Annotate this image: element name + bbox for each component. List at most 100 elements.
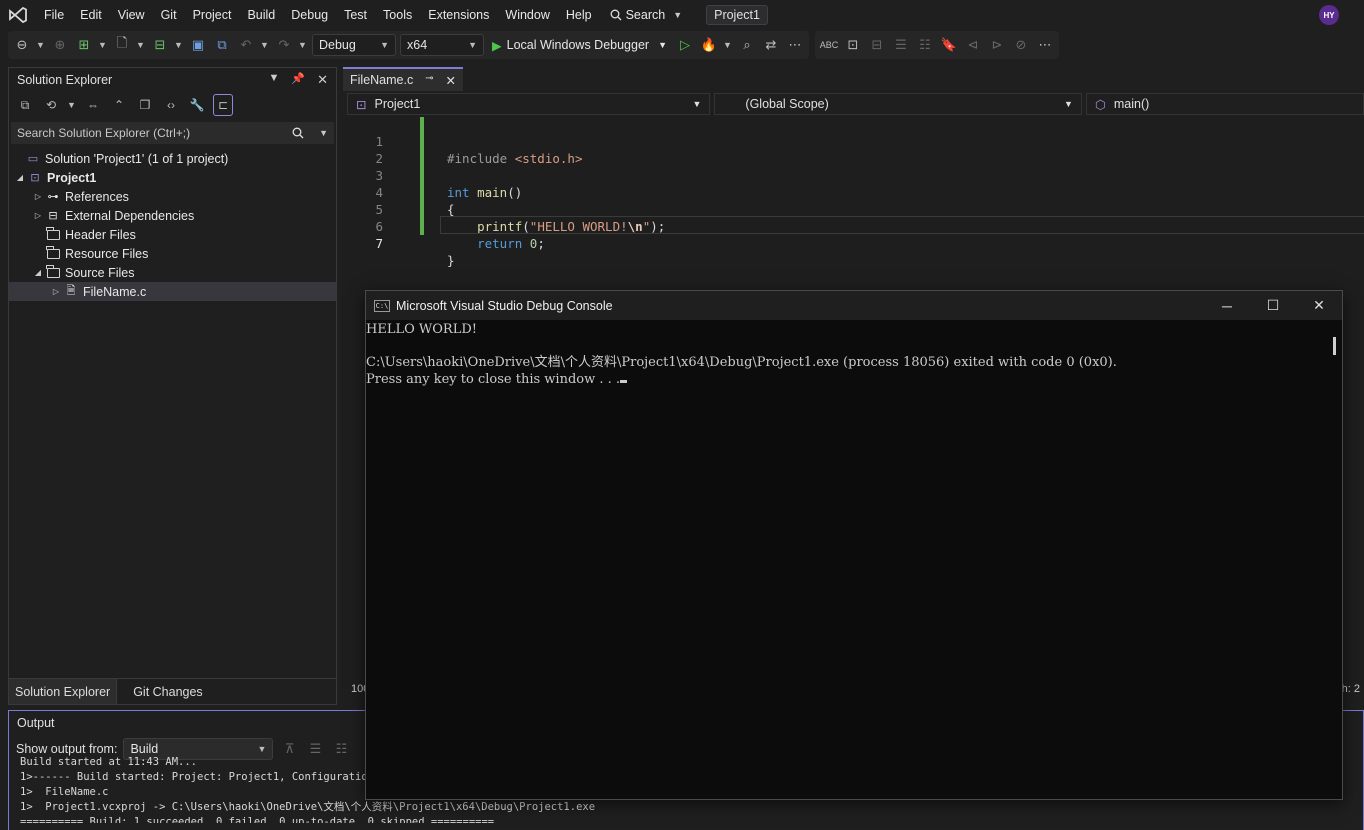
menu-project[interactable]: Project [185, 0, 240, 30]
chevron-down-icon[interactable]: ▼ [136, 40, 146, 50]
chevron-down-icon[interactable]: ▼ [269, 72, 280, 88]
show-all-files-icon[interactable]: ❐ [135, 94, 155, 116]
chevron-down-icon[interactable]: ▼ [298, 40, 308, 50]
console-output[interactable]: HELLO WORLD! C:\Users\haoki\OneDrive\文档\个… [366, 320, 1342, 388]
collapsed-arrow-icon[interactable]: ▷ [31, 192, 45, 201]
tab-filename-c[interactable]: FileName.c ⊸ ✕ [343, 67, 463, 91]
new-project-icon[interactable]: ⊞ [74, 34, 94, 56]
browse-icon[interactable]: ⌕ [737, 34, 757, 56]
menu-view[interactable]: View [110, 0, 153, 30]
collapse-all-icon[interactable]: ⌃ [109, 94, 129, 116]
properties-icon[interactable]: 🔧 [187, 94, 207, 116]
maximize-icon[interactable]: ☐ [1250, 291, 1296, 320]
attach-icon[interactable]: ⇄ [761, 34, 781, 56]
compare-icon[interactable]: ⊟ [867, 34, 887, 56]
tree-item-filename-c[interactable]: ▷ 🗎 FileName.c [9, 282, 336, 301]
platform-select[interactable]: x64 ▼ [400, 34, 484, 56]
menu-help[interactable]: Help [558, 0, 600, 30]
tree-item-header-files[interactable]: Header Files [9, 225, 336, 244]
start-without-debugging-icon[interactable]: ▷ [675, 34, 695, 56]
start-debugging-button[interactable]: ▶ Local Windows Debugger ▼ [488, 38, 671, 53]
hot-reload-icon[interactable]: 🔥 [699, 34, 719, 56]
chevron-down-icon: ▼ [692, 99, 702, 109]
history-icon[interactable]: ⟲ [41, 94, 61, 116]
tree-item-project[interactable]: ◢ ⊡ Project1 [9, 168, 336, 187]
chevron-down-icon[interactable]: ▼ [67, 100, 77, 110]
spell-check-icon[interactable]: ABC [819, 34, 839, 56]
comment-icon[interactable]: ⊡ [843, 34, 863, 56]
chevron-down-icon[interactable]: ▼ [36, 40, 46, 50]
solution-search-input[interactable] [17, 126, 277, 140]
solution-bottom-tabs: Solution Explorer Git Changes [9, 678, 336, 704]
project-dropdown[interactable]: ⊡ Project1 ▼ [347, 93, 711, 115]
forward-icon[interactable]: ⊕ [50, 34, 70, 56]
collapsed-arrow-icon[interactable]: ▷ [49, 287, 63, 296]
close-icon[interactable]: ✕ [446, 73, 456, 88]
minimize-icon[interactable]: ─ [1204, 291, 1250, 320]
outdent-icon[interactable]: ☰ [891, 34, 911, 56]
tab-solution-explorer[interactable]: Solution Explorer [9, 679, 118, 704]
add-item-icon[interactable]: ⊟ [150, 34, 170, 56]
search-icon[interactable] [292, 127, 304, 139]
menu-edit[interactable]: Edit [72, 0, 110, 30]
visual-studio-logo-icon [0, 0, 36, 30]
chevron-down-icon[interactable]: ▼ [260, 40, 270, 50]
pin-icon[interactable]: 📌 [291, 72, 305, 88]
tree-item-references[interactable]: ▷ ⊶ References [9, 187, 336, 206]
chevron-down-icon[interactable]: ▼ [98, 40, 108, 50]
next-bookmark-icon[interactable]: ⊳ [987, 34, 1007, 56]
expanded-arrow-icon[interactable]: ◢ [31, 268, 45, 277]
close-icon[interactable]: ✕ [317, 72, 328, 88]
scope-dropdown[interactable]: (Global Scope) ▼ [714, 93, 1082, 115]
tree-item-external-dependencies[interactable]: ▷ ⊟ External Dependencies [9, 206, 336, 225]
prev-message-icon[interactable]: ☰ [305, 738, 325, 760]
chevron-down-icon[interactable]: ▼ [723, 40, 733, 50]
code-view-icon[interactable]: ‹› [161, 94, 181, 116]
clear-bookmarks-icon[interactable]: ⊘ [1011, 34, 1031, 56]
preview-selected-icon[interactable]: ⊏ [213, 94, 233, 116]
menu-git[interactable]: Git [153, 0, 185, 30]
menu-debug[interactable]: Debug [283, 0, 336, 30]
solution-search-box[interactable]: ▼ [11, 122, 334, 144]
bookmark-icon[interactable]: 🔖 [939, 34, 959, 56]
pin-icon[interactable]: ⊸ [425, 73, 433, 88]
tab-git-changes[interactable]: Git Changes [117, 679, 208, 704]
menu-window[interactable]: Window [497, 0, 557, 30]
back-icon[interactable]: ⊖ [12, 34, 32, 56]
menu-extensions[interactable]: Extensions [420, 0, 497, 30]
find-message-icon[interactable]: ⊼ [279, 738, 299, 760]
switch-views-icon[interactable]: ⧉ [15, 94, 35, 116]
configuration-select[interactable]: Debug ▼ [312, 34, 396, 56]
console-scrollbar[interactable] [1333, 337, 1336, 355]
project-title[interactable]: Project1 [706, 5, 768, 25]
collapsed-arrow-icon[interactable]: ▷ [31, 211, 45, 220]
chevron-down-icon[interactable]: ▼ [174, 40, 184, 50]
save-icon[interactable]: ▣ [188, 34, 208, 56]
indent-icon[interactable]: ☷ [915, 34, 935, 56]
avatar[interactable]: HY [1319, 5, 1339, 25]
undo-icon[interactable]: ↶ [236, 34, 256, 56]
member-dropdown[interactable]: ⬡ main() [1085, 93, 1364, 115]
menu-file[interactable]: File [36, 0, 72, 30]
tree-item-solution[interactable]: ▭ Solution 'Project1' (1 of 1 project) [9, 149, 336, 168]
more-icon[interactable]: ⋯ [785, 34, 805, 56]
search-menu[interactable]: Search ▼ [600, 0, 693, 30]
next-message-icon[interactable]: ☷ [331, 738, 351, 760]
tree-item-source-files[interactable]: ◢ Source Files [9, 263, 336, 282]
more-icon[interactable]: ⋯ [1035, 34, 1055, 56]
save-all-icon[interactable]: ⧉ [212, 34, 232, 56]
tree-item-resource-files[interactable]: Resource Files [9, 244, 336, 263]
new-file-icon[interactable]: 🗋 [112, 34, 132, 56]
menu-test[interactable]: Test [336, 0, 375, 30]
console-line: Press any key to close this window . . . [366, 371, 621, 387]
console-title-bar[interactable]: C:\ Microsoft Visual Studio Debug Consol… [366, 291, 1342, 320]
redo-icon[interactable]: ↷ [274, 34, 294, 56]
prev-bookmark-icon[interactable]: ⊲ [963, 34, 983, 56]
menu-build[interactable]: Build [239, 0, 283, 30]
sync-icon[interactable]: ⇔ [83, 94, 103, 116]
menu-tools[interactable]: Tools [375, 0, 420, 30]
chevron-down-icon[interactable]: ▼ [319, 128, 328, 138]
close-icon[interactable]: ✕ [1296, 291, 1342, 320]
expanded-arrow-icon[interactable]: ◢ [13, 173, 27, 182]
search-icon [610, 9, 622, 21]
